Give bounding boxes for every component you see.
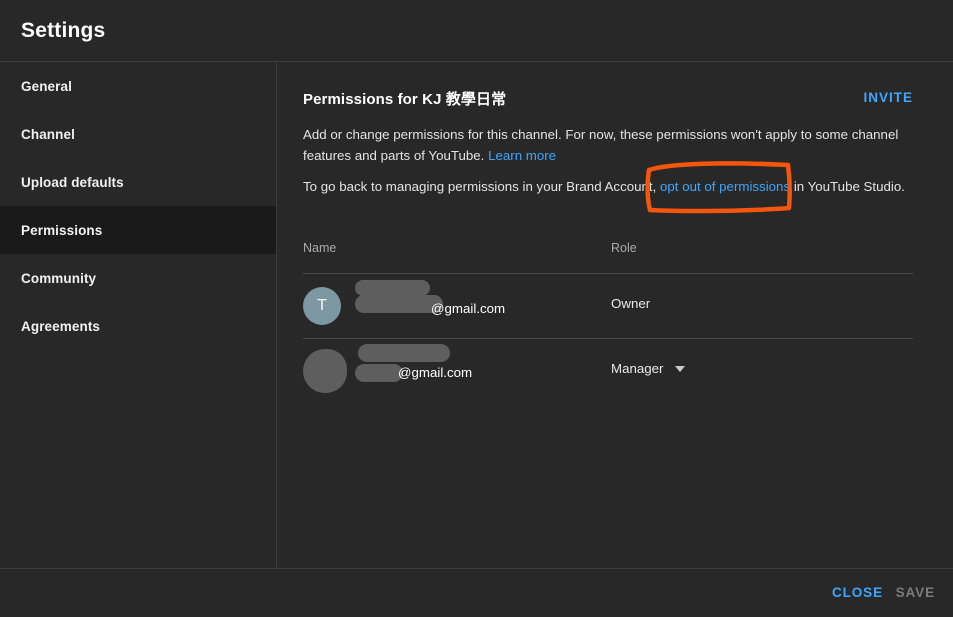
sidebar-item-label: Permissions	[21, 222, 103, 238]
dialog-footer	[0, 569, 953, 617]
sidebar-item-label: Community	[21, 270, 97, 286]
permissions-table: Name Role T @gmail.com Owner @gmail.com …	[303, 238, 913, 403]
sidebar-item-label: Channel	[21, 126, 75, 142]
user-email: @gmail.com	[398, 365, 473, 380]
description-text: Add or change permissions for this chann…	[303, 127, 899, 163]
permissions-header: Permissions for KJ 教學日常	[303, 88, 953, 109]
permissions-description: Add or change permissions for this chann…	[303, 124, 903, 166]
save-button: SAVE	[895, 585, 935, 600]
opt-out-of-permissions-link[interactable]: opt out of permissions	[660, 179, 790, 194]
sidebar-item-permissions[interactable]: Permissions	[0, 206, 276, 254]
sidebar-item-channel[interactable]: Channel	[0, 110, 276, 158]
invite-button[interactable]: INVITE	[863, 90, 913, 105]
sidebar-item-community[interactable]: Community	[0, 254, 276, 302]
permissions-heading: Permissions for KJ 教學日常	[303, 91, 507, 108]
settings-sidebar: General Channel Upload defaults Permissi…	[0, 62, 277, 568]
role-dropdown[interactable]: Manager	[611, 361, 686, 376]
sidebar-item-label: Upload defaults	[21, 174, 124, 190]
role-value: Owner	[611, 296, 650, 311]
dialog-header: Settings	[0, 0, 953, 62]
table-row: @gmail.com Manager	[303, 339, 913, 403]
table-row: T @gmail.com Owner	[303, 274, 913, 338]
redaction-mark	[355, 295, 443, 313]
table-header-row: Name Role	[303, 238, 913, 273]
sidebar-item-general[interactable]: General	[0, 62, 276, 110]
sidebar-item-agreements[interactable]: Agreements	[0, 302, 276, 350]
sidebar-item-label: Agreements	[21, 318, 101, 334]
learn-more-link[interactable]: Learn more	[488, 148, 556, 163]
redaction-mark	[358, 344, 450, 362]
sidebar-item-label: General	[21, 78, 72, 94]
redaction-mark	[355, 280, 430, 296]
role-label: Manager	[611, 361, 664, 376]
avatar: T	[303, 287, 341, 325]
page-title: Settings	[21, 19, 106, 42]
avatar	[303, 349, 347, 393]
role-label: Owner	[611, 296, 651, 311]
optout-description: To go back to managing permissions in yo…	[303, 176, 943, 197]
column-header-name: Name	[303, 241, 337, 255]
settings-dialog: Settings General Channel Upload defaults…	[0, 0, 953, 617]
optout-suffix-text: in YouTube Studio.	[793, 179, 905, 194]
user-email: @gmail.com	[431, 301, 506, 316]
redaction-mark	[355, 364, 403, 382]
column-header-role: Role	[611, 241, 637, 255]
close-button[interactable]: CLOSE	[832, 585, 883, 600]
sidebar-item-upload-defaults[interactable]: Upload defaults	[0, 158, 276, 206]
optout-prefix-text: To go back to managing permissions in yo…	[303, 179, 657, 194]
chevron-down-icon	[675, 365, 686, 372]
